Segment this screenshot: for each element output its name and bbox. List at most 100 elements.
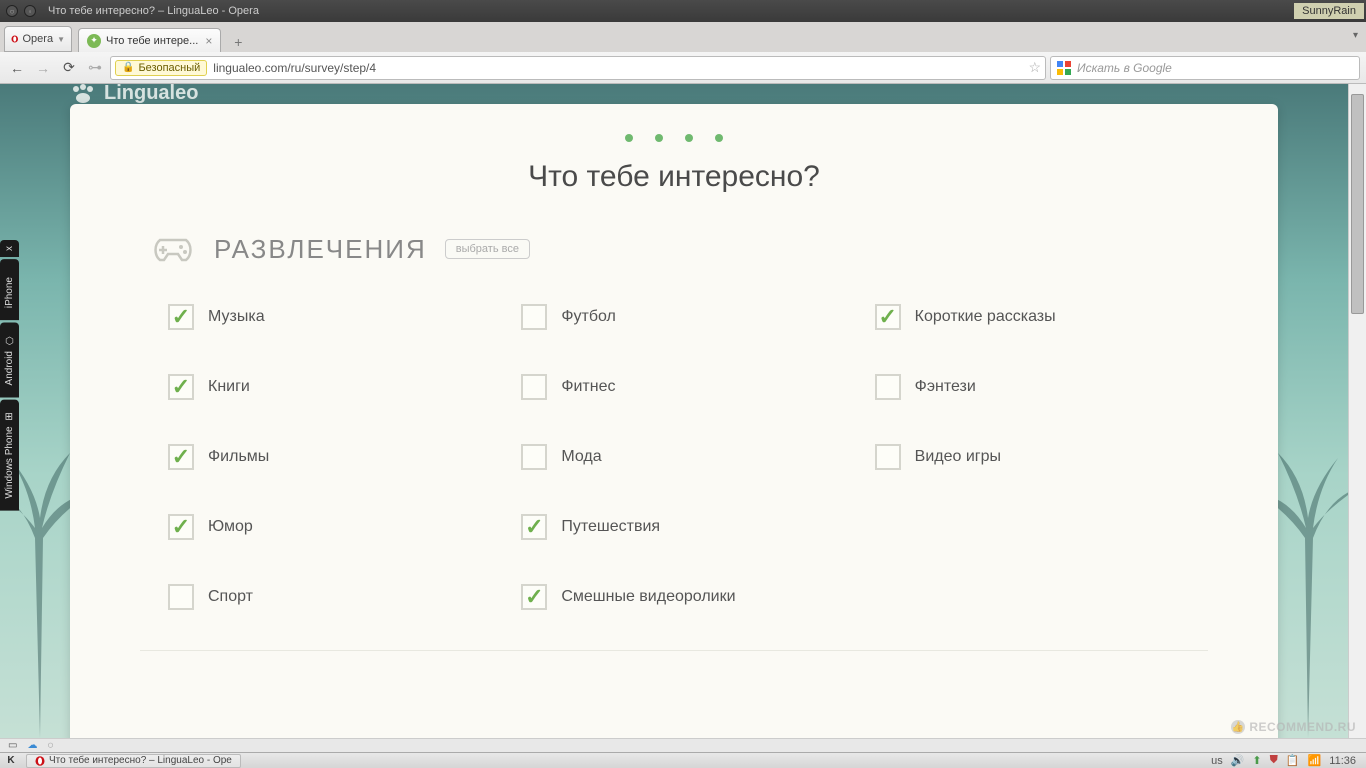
scrollbar-thumb[interactable] xyxy=(1351,94,1364,314)
interest-checkbox[interactable] xyxy=(521,444,547,470)
interest-label: Смешные видеоролики xyxy=(561,588,735,606)
brand-header: Lingualeo xyxy=(70,84,198,105)
brand-name: Lingualeo xyxy=(104,84,198,105)
interest-item[interactable]: Книги xyxy=(168,374,501,400)
progress-dot xyxy=(655,134,663,142)
window-titlebar: ○ ◦ Что тебе интересно? – LinguaLeo - Op… xyxy=(0,0,1366,22)
interest-item[interactable]: Футбол xyxy=(521,304,854,330)
updates-icon[interactable]: ⬆ xyxy=(1252,754,1261,767)
interest-label: Путешествия xyxy=(561,518,660,536)
user-badge: SunnyRain xyxy=(1294,3,1364,19)
kde-menu-button[interactable]: K xyxy=(4,754,18,768)
tabstrip-chevron-icon[interactable]: ▾ xyxy=(1353,30,1358,41)
interest-label: Мода xyxy=(561,448,601,466)
taskbar-task[interactable]: Что тебе интересно? – LinguaLeo - Ope xyxy=(26,754,241,768)
secure-label: Безопасный xyxy=(138,62,200,74)
watermark-text: RECOMMEND.RU xyxy=(1249,720,1356,734)
paw-icon xyxy=(70,84,96,105)
opera-menu-label: Opera xyxy=(23,33,54,45)
opera-icon xyxy=(35,756,45,766)
window-menu-button[interactable]: ○ xyxy=(6,5,18,17)
interest-checkbox[interactable] xyxy=(875,304,901,330)
search-field[interactable]: Искать в Google xyxy=(1050,56,1360,80)
sidetab-iphone[interactable]: iPhone xyxy=(0,259,19,320)
progress-dot xyxy=(715,134,723,142)
network-icon[interactable]: 📶 xyxy=(1308,754,1322,767)
interest-item[interactable]: Путешествия xyxy=(521,514,854,540)
interest-checkbox[interactable] xyxy=(168,584,194,610)
interest-item[interactable]: Музыка xyxy=(168,304,501,330)
window-maximize-button[interactable]: ◦ xyxy=(24,5,36,17)
interest-label: Спорт xyxy=(208,588,253,606)
interest-item[interactable]: Смешные видеоролики xyxy=(521,584,854,610)
interest-label: Видео игры xyxy=(915,448,1001,466)
sidetab-android[interactable]: Android⬡ xyxy=(0,322,19,397)
interest-checkbox[interactable] xyxy=(521,304,547,330)
gamepad-icon xyxy=(150,232,196,266)
windows-icon: ⊞ xyxy=(4,412,15,420)
panel-icon[interactable]: ▭ xyxy=(8,740,17,751)
new-tab-button[interactable]: + xyxy=(227,32,249,52)
interest-label: Футбол xyxy=(561,308,616,326)
secure-badge[interactable]: 🔒 Безопасный xyxy=(115,60,207,76)
tab-close-button[interactable]: × xyxy=(205,34,212,48)
vertical-scrollbar[interactable] xyxy=(1348,84,1366,738)
watermark: 👍 RECOMMEND.RU xyxy=(1231,720,1356,734)
side-tabs: x iPhone Android⬡ Windows Phone⊞ xyxy=(0,240,19,512)
interest-item[interactable]: Юмор xyxy=(168,514,501,540)
taskbar-task-title: Что тебе интересно? – LinguaLeo - Ope xyxy=(49,755,232,766)
interest-label: Юмор xyxy=(208,518,253,536)
interest-item[interactable]: Мода xyxy=(521,444,854,470)
interest-label: Фильмы xyxy=(208,448,269,466)
url-text: lingualeo.com/ru/survey/step/4 xyxy=(213,61,1022,75)
back-button[interactable]: ← xyxy=(6,57,28,79)
progress-dots xyxy=(140,134,1208,142)
browser-status-bar: ▭ ☁ ◌ xyxy=(0,738,1366,752)
wand-button[interactable]: ⊶ xyxy=(84,57,106,79)
system-tray: us 🔊 ⬆ ⛊ 📋 📶 11:36 xyxy=(1211,754,1362,767)
section-header: РАЗВЛЕЧЕНИЯ выбрать все xyxy=(140,232,1208,266)
page-title: Что тебе интересно? xyxy=(140,160,1208,194)
interest-checkbox[interactable] xyxy=(875,444,901,470)
interest-checkbox[interactable] xyxy=(168,374,194,400)
sync-icon[interactable]: ◌ xyxy=(47,740,53,751)
interest-item[interactable]: Короткие рассказы xyxy=(875,304,1208,330)
volume-icon[interactable]: 🔊 xyxy=(1231,754,1245,767)
search-placeholder: Искать в Google xyxy=(1077,61,1172,75)
interest-checkbox[interactable] xyxy=(168,304,194,330)
shield-icon[interactable]: ⛊ xyxy=(1270,754,1278,767)
interest-label: Книги xyxy=(208,378,250,396)
interest-item[interactable]: Фитнес xyxy=(521,374,854,400)
cloud-icon[interactable]: ☁ xyxy=(27,740,37,751)
interest-item[interactable]: Фильмы xyxy=(168,444,501,470)
interest-checkbox[interactable] xyxy=(521,374,547,400)
address-field[interactable]: 🔒 Безопасный lingualeo.com/ru/survey/ste… xyxy=(110,56,1046,80)
interest-checkbox[interactable] xyxy=(875,374,901,400)
survey-card: Что тебе интересно? РАЗВЛЕЧЕНИЯ выбрать … xyxy=(70,104,1278,738)
section-title: РАЗВЛЕЧЕНИЯ xyxy=(214,234,427,265)
clipboard-icon[interactable]: 📋 xyxy=(1286,754,1300,767)
sidetab-close[interactable]: x xyxy=(0,240,19,257)
forward-button[interactable]: → xyxy=(32,57,54,79)
interest-checkbox[interactable] xyxy=(521,514,547,540)
opera-logo-icon xyxy=(11,31,19,47)
select-all-button[interactable]: выбрать все xyxy=(445,239,530,259)
interest-item[interactable]: Видео игры xyxy=(875,444,1208,470)
opera-menu-button[interactable]: Opera ▼ xyxy=(4,26,72,52)
sidetab-windows-phone[interactable]: Windows Phone⊞ xyxy=(0,400,19,511)
keyboard-layout[interactable]: us xyxy=(1211,755,1223,767)
interest-checkbox[interactable] xyxy=(168,514,194,540)
tab-favicon-icon: ✦ xyxy=(87,34,101,48)
interest-item[interactable]: Спорт xyxy=(168,584,501,610)
interest-checkbox[interactable] xyxy=(521,584,547,610)
taskbar: K Что тебе интересно? – LinguaLeo - Ope … xyxy=(0,752,1366,768)
lock-icon: 🔒 xyxy=(122,62,134,73)
reload-button[interactable]: ⟳ xyxy=(58,57,80,79)
interest-checkbox[interactable] xyxy=(168,444,194,470)
bookmark-star-icon[interactable]: ☆ xyxy=(1028,59,1041,76)
clock[interactable]: 11:36 xyxy=(1329,755,1356,767)
android-icon: ⬡ xyxy=(4,334,15,345)
interests-grid: Музыка Футбол Короткие рассказы Книги Фитнес… xyxy=(140,304,1208,610)
interest-item[interactable]: Фэнтези xyxy=(875,374,1208,400)
browser-tab[interactable]: ✦ Что тебе интере... × xyxy=(78,28,221,52)
